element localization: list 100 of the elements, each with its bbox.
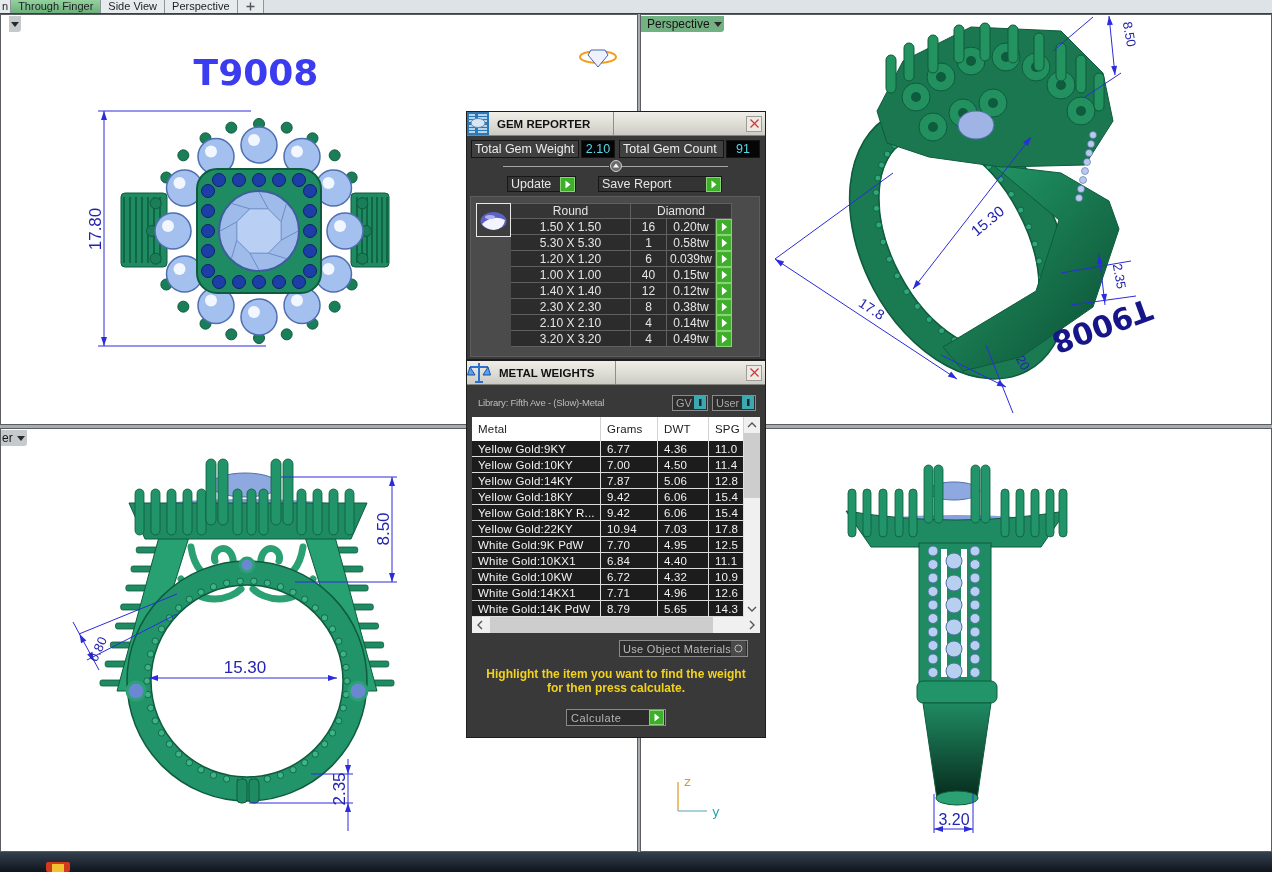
close-icon xyxy=(749,368,759,377)
table-cell: 6.84 xyxy=(601,553,658,569)
dimension-text: 15.30 xyxy=(223,658,267,677)
action-button[interactable]: Update xyxy=(507,176,576,192)
table-cell: 4.36 xyxy=(658,441,709,457)
view-tab[interactable]: n xyxy=(0,0,12,13)
vertical-scrollbar[interactable] xyxy=(744,417,760,617)
scales-icon xyxy=(467,361,491,384)
table-cell: 16 xyxy=(631,219,667,235)
app-icon[interactable] xyxy=(46,862,70,872)
dimension-line xyxy=(933,793,974,834)
row-action-button[interactable] xyxy=(716,235,732,251)
table-cell: 0.38tw xyxy=(667,299,716,315)
axis-icon xyxy=(677,781,708,812)
table-cell: 11.1 xyxy=(709,553,744,569)
table-cell: 6.06 xyxy=(658,489,709,505)
table-cell: White Gold:14KX1 xyxy=(472,585,601,601)
play-icon xyxy=(716,315,732,331)
close-button[interactable] xyxy=(746,364,762,381)
table-cell: 0.14tw xyxy=(667,315,716,331)
table-cell: 12 xyxy=(631,283,667,299)
table-cell: Yellow Gold:9KY xyxy=(472,441,601,457)
table-cell: 7.87 xyxy=(601,473,658,489)
dimension-text: 2.35 xyxy=(330,772,349,806)
toggle-button[interactable]: User xyxy=(712,394,756,411)
calculate-button[interactable]: Calculate xyxy=(566,709,666,726)
report-icon xyxy=(467,112,489,135)
view-tab[interactable]: Perspective xyxy=(165,0,238,13)
table-cell: 6.72 xyxy=(601,569,658,585)
diamond-ring-icon xyxy=(579,49,617,68)
close-button[interactable] xyxy=(746,115,762,132)
scrollbar-thumb[interactable] xyxy=(744,433,760,498)
table-cell: 1.50 X 1.50 xyxy=(511,219,631,235)
horizontal-scrollbar[interactable] xyxy=(472,617,760,633)
dimension-text: 17.80 xyxy=(86,207,105,251)
table-cell: 1 xyxy=(631,235,667,251)
table-cell: 1.00 X 1.00 xyxy=(511,267,631,283)
action-button[interactable]: Save Report xyxy=(598,176,722,192)
plus-icon xyxy=(245,2,255,11)
table-cell: 8.79 xyxy=(601,601,658,617)
row-action-button[interactable] xyxy=(716,283,732,299)
play-icon xyxy=(716,299,732,315)
table-cell: White Gold:14K PdW xyxy=(472,601,601,617)
stat-label: Total Gem Weight xyxy=(471,140,579,158)
table-cell: White Gold:10KX1 xyxy=(472,553,601,569)
caret-icon xyxy=(16,435,25,441)
stat-label: Total Gem Count xyxy=(619,140,724,158)
row-action-button[interactable] xyxy=(716,267,732,283)
table-cell: White Gold:9K PdW xyxy=(472,537,601,553)
panel-title: METAL WEIGHTS xyxy=(499,366,595,379)
table-cell: 11.0 xyxy=(709,441,744,457)
viewport-menu-button[interactable] xyxy=(9,16,21,32)
viewport-menu-button[interactable]: er xyxy=(1,430,27,446)
table-cell: 0.58tw xyxy=(667,235,716,251)
play-icon xyxy=(716,267,732,283)
table-cell: 2.30 X 2.30 xyxy=(511,299,631,315)
table-cell: Yellow Gold:14KY xyxy=(472,473,601,489)
table-cell: 9.42 xyxy=(601,489,658,505)
caret-icon xyxy=(11,21,19,27)
table-cell: Yellow Gold:18KY xyxy=(472,489,601,505)
table-cell: 7.03 xyxy=(658,521,709,537)
scrollbar-thumb[interactable] xyxy=(490,617,713,633)
row-action-button[interactable] xyxy=(716,251,732,267)
dimension-text: 2.35 xyxy=(1109,262,1129,290)
dimension-text: 17.8 xyxy=(855,294,888,323)
table-cell: 4 xyxy=(631,315,667,331)
option-toggle[interactable]: Use Object Materials xyxy=(619,640,748,657)
table-cell: 0.20tw xyxy=(667,219,716,235)
table-cell: 1.20 X 1.20 xyxy=(511,251,631,267)
table-cell: 10.94 xyxy=(601,521,658,537)
viewport-menu-button[interactable]: Perspective xyxy=(641,16,724,32)
table-cell: 11.4 xyxy=(709,457,744,473)
toggle-button[interactable]: GV xyxy=(672,394,708,411)
table-cell: 0.039tw xyxy=(667,251,716,267)
table-cell: 4.40 xyxy=(658,553,709,569)
row-action-button[interactable] xyxy=(716,299,732,315)
row-action-button[interactable] xyxy=(716,315,732,331)
table-cell: Yellow Gold:22KY xyxy=(472,521,601,537)
row-action-button[interactable] xyxy=(716,331,732,347)
table-cell: 4.50 xyxy=(658,457,709,473)
dimension-text: 3.20 xyxy=(938,811,970,828)
collapse-button[interactable] xyxy=(609,160,622,172)
table-cell: 14.3 xyxy=(709,601,744,617)
table-cell: White Gold:10KW xyxy=(472,569,601,585)
view-tab[interactable]: Side View xyxy=(101,0,166,13)
play-icon xyxy=(649,710,664,725)
row-action-button[interactable] xyxy=(716,219,732,235)
model-name-text: T9008 xyxy=(193,51,319,93)
table-cell: 6.77 xyxy=(601,441,658,457)
add-tab-button[interactable] xyxy=(237,0,264,13)
chevron-down-icon xyxy=(747,605,757,613)
table-cell: 15.4 xyxy=(709,505,744,521)
table-cell: 15.4 xyxy=(709,489,744,505)
play-icon xyxy=(716,283,732,299)
chevron-up-icon xyxy=(747,421,757,429)
table-cell: 3.20 X 3.20 xyxy=(511,331,631,347)
table-cell: 2.10 X 2.10 xyxy=(511,315,631,331)
chevron-left-icon xyxy=(476,620,484,630)
up-arrow-circle-icon xyxy=(609,160,622,172)
view-tab[interactable]: Through Finger xyxy=(11,0,102,13)
